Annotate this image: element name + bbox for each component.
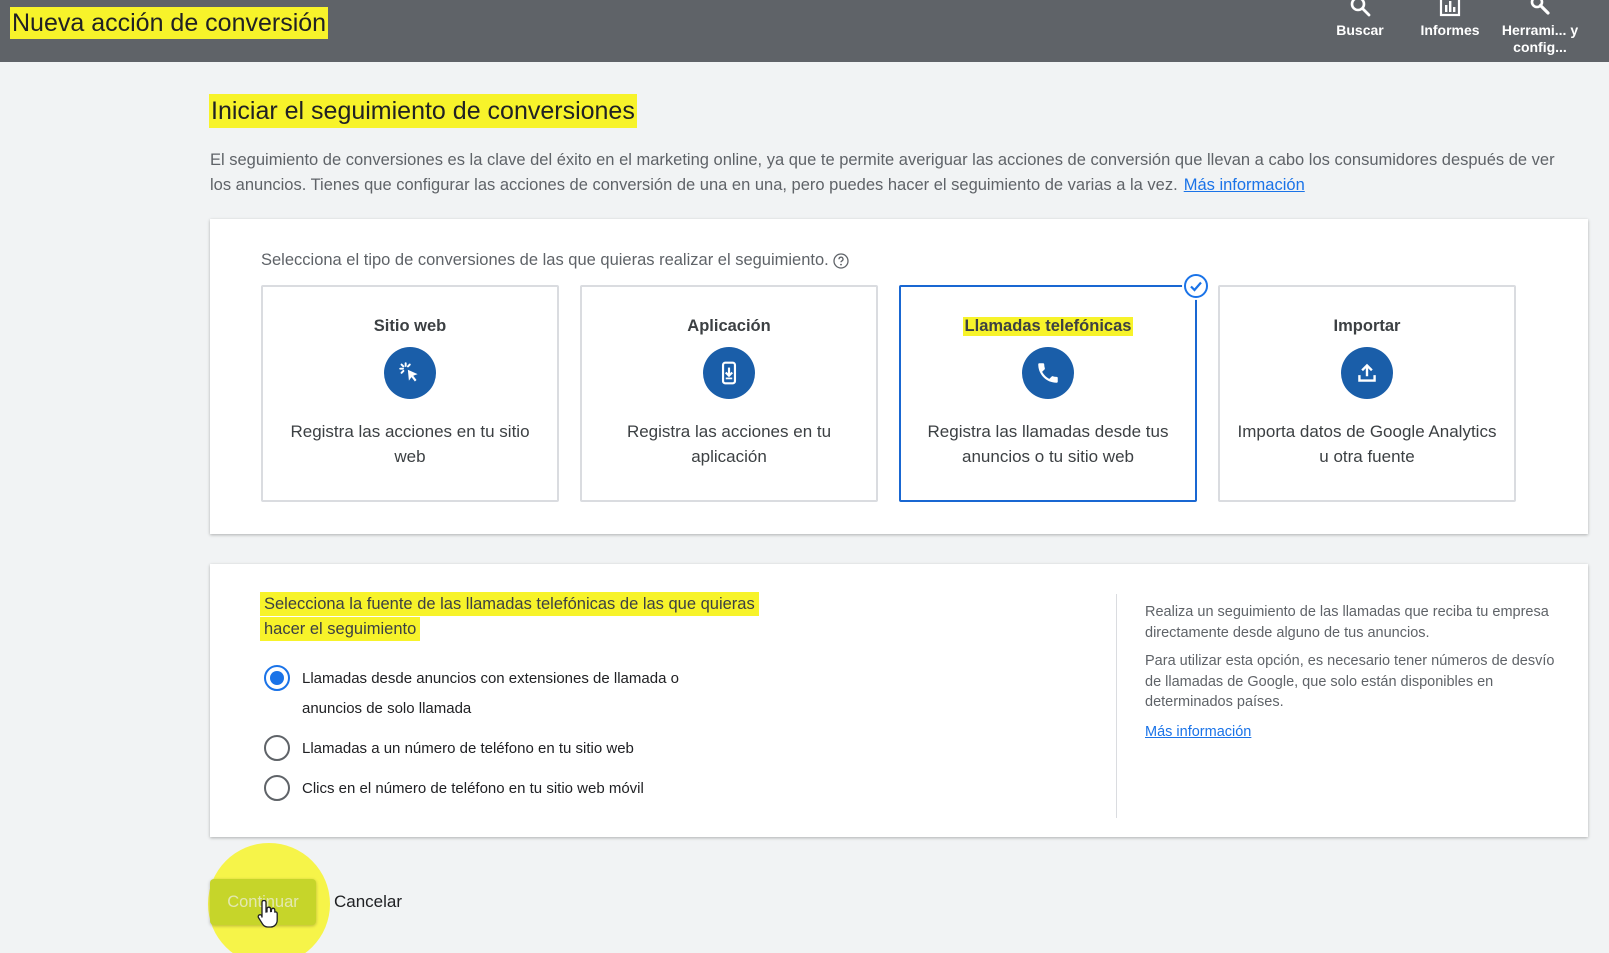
cancel-button[interactable]: Cancelar (322, 879, 414, 925)
top-actions: Buscar Informes Herrami... y config... (1315, 0, 1585, 56)
call-source-option[interactable]: Clics en el número de teléfono en tu sit… (264, 774, 722, 804)
tools-button[interactable]: Herrami... y config... (1495, 0, 1585, 56)
call-source-prompt-text: Selecciona la fuente de las llamadas tel… (260, 592, 759, 641)
intro-text: El seguimiento de conversiones es la cla… (210, 148, 1570, 198)
search-icon (1350, 0, 1371, 17)
conversion-type-panel: Selecciona el tipo de conversiones de la… (210, 219, 1588, 534)
card-title: Sitio web (373, 317, 447, 335)
radio-label: Llamadas desde anuncios con extensiones … (302, 670, 679, 717)
conversion-type-cards: Sitio web Registra las acciones en tu si… (261, 272, 1516, 502)
phone-download-icon (703, 347, 755, 399)
page-title: Iniciar el seguimiento de conversiones (209, 94, 637, 128)
card-description: Importa datos de Google Analytics u otra… (1237, 422, 1497, 466)
card-description: Registra las acciones en tu sitio web (290, 422, 530, 466)
call-source-info: Realiza un seguimiento de las llamadas q… (1145, 602, 1555, 742)
card-title: Llamadas telefónicas (962, 317, 1134, 336)
intro-paragraph: El seguimiento de conversiones es la cla… (210, 151, 1555, 194)
radio-button[interactable] (264, 775, 290, 801)
card-aplicacion[interactable]: Aplicación Registra las acciones en tu a… (580, 285, 878, 502)
vertical-divider (1116, 594, 1117, 818)
radio-label: Clics en el número de teléfono en tu sit… (302, 780, 644, 797)
click-cursor-icon (384, 347, 436, 399)
conversion-type-prompt-text: Selecciona el tipo de conversiones de la… (261, 251, 829, 269)
reports-button-label: Informes (1420, 22, 1480, 38)
search-button[interactable]: Buscar (1315, 0, 1405, 56)
bar-chart-icon (1439, 0, 1461, 17)
hand-cursor-icon (257, 899, 278, 928)
card-description: Registra las llamadas desde tus anuncios… (927, 422, 1169, 466)
intro-more-info-link[interactable]: Más información (1184, 176, 1305, 194)
upload-icon (1341, 347, 1393, 399)
card-importar[interactable]: Importar Importa datos de Google Analyti… (1218, 285, 1516, 502)
phone-call-icon (1022, 347, 1074, 399)
radio-button-checked[interactable] (264, 665, 290, 691)
reports-button[interactable]: Informes (1405, 0, 1495, 56)
selected-check-icon (1182, 272, 1210, 300)
info-more-info-link[interactable]: Más información (1145, 722, 1251, 743)
search-button-label: Buscar (1336, 22, 1384, 38)
card-sitio-web[interactable]: Sitio web Registra las acciones en tu si… (261, 285, 559, 502)
info-paragraph: Realiza un seguimiento de las llamadas q… (1145, 604, 1549, 641)
wrench-icon (1530, 0, 1550, 15)
call-source-panel: Selecciona la fuente de las llamadas tel… (210, 564, 1588, 837)
info-paragraph: Para utilizar esta opción, es necesario … (1145, 653, 1555, 710)
card-llamadas-telefonicas[interactable]: Llamadas telefónicas Registra las llamad… (899, 272, 1210, 502)
radio-label: Llamadas a un número de teléfono en tu s… (302, 740, 634, 757)
card-title: Aplicación (687, 317, 771, 335)
call-source-option[interactable]: Llamadas desde anuncios con extensiones … (264, 664, 722, 724)
call-source-options: Llamadas desde anuncios con extensiones … (264, 664, 722, 814)
conversion-type-prompt: Selecciona el tipo de conversiones de la… (261, 251, 849, 270)
page-header-title: Nueva acción de conversión (10, 7, 329, 39)
tools-button-label: Herrami... y config... (1501, 22, 1579, 55)
radio-button[interactable] (264, 735, 290, 761)
call-source-option[interactable]: Llamadas a un número de teléfono en tu s… (264, 734, 722, 764)
card-description: Registra las acciones en tu aplicación (626, 422, 832, 466)
help-icon[interactable] (833, 252, 849, 269)
call-source-prompt: Selecciona la fuente de las llamadas tel… (260, 592, 760, 642)
top-bar: Nueva acción de conversión Buscar Inform… (0, 0, 1609, 62)
card-title: Importar (1333, 317, 1401, 335)
